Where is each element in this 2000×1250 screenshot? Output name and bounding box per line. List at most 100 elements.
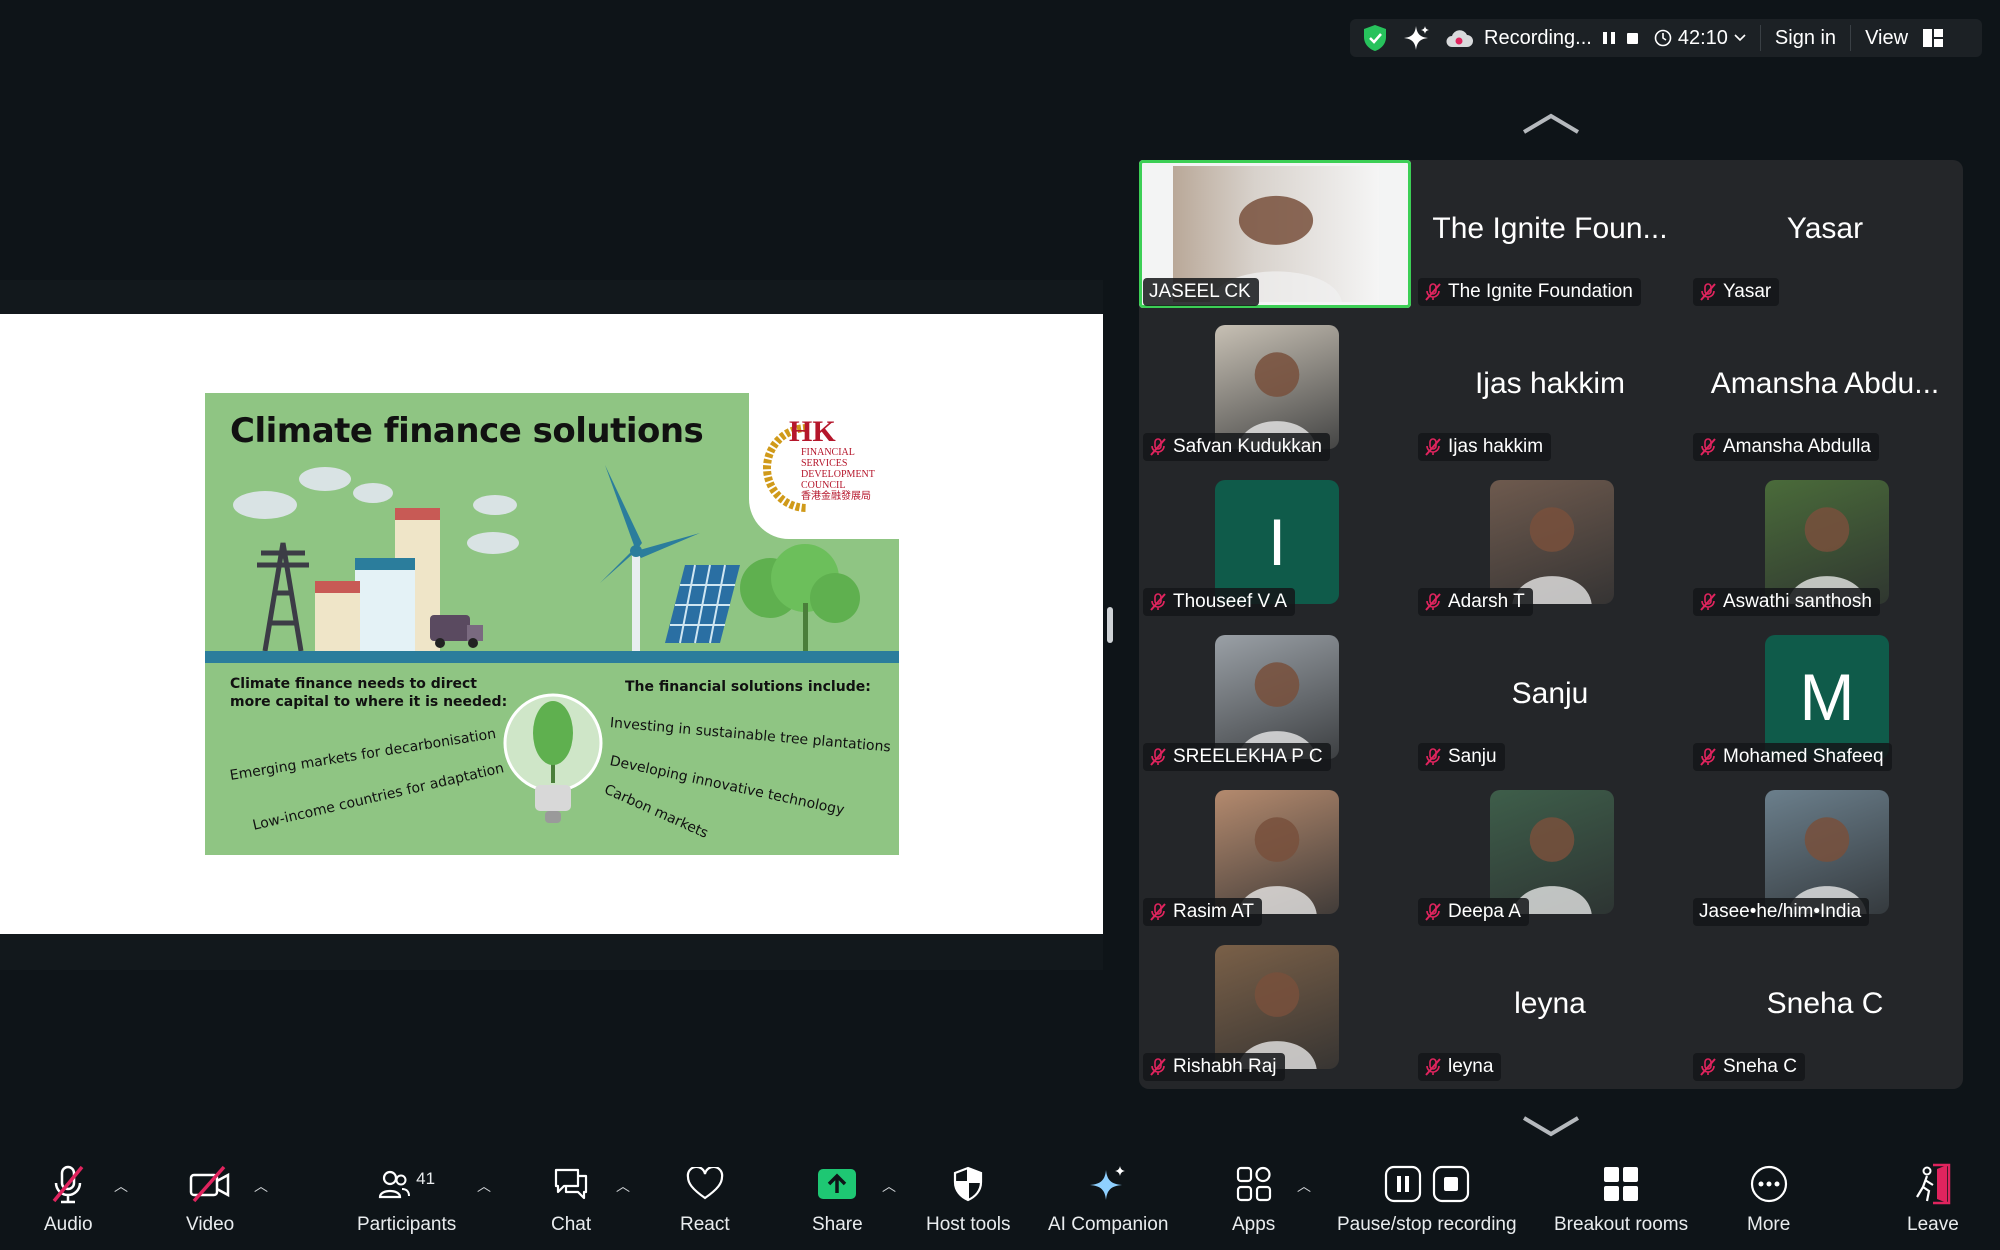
gallery-up-arrow-icon[interactable] xyxy=(1522,112,1580,136)
participant-tile[interactable]: Yasar Yasar xyxy=(1689,160,1961,308)
muted-microphone-icon xyxy=(1149,902,1167,922)
participant-tile[interactable]: SREELEKHA P C xyxy=(1139,625,1411,773)
participants-icon xyxy=(379,1170,411,1199)
share-options-caret-icon[interactable]: ︿ xyxy=(882,1176,896,1196)
react-label: React xyxy=(680,1214,730,1235)
participant-initial-avatar: I xyxy=(1215,480,1339,604)
encryption-shield-icon[interactable] xyxy=(1362,24,1388,52)
heart-icon xyxy=(686,1162,724,1206)
participant-avatar xyxy=(1765,790,1889,914)
participants-count: 41 xyxy=(416,1169,436,1188)
more-dots-icon xyxy=(1749,1162,1789,1206)
ai-sparkle-icon[interactable] xyxy=(1402,24,1430,52)
participants-button[interactable]: 41 Participants xyxy=(357,1162,456,1236)
host-shield-icon xyxy=(952,1162,984,1206)
breakout-rooms-label: Breakout rooms xyxy=(1554,1214,1689,1235)
recording-controls-icon xyxy=(1384,1162,1470,1206)
recording-status[interactable]: Recording... xyxy=(1444,27,1640,50)
participant-tile[interactable]: Adarsh T xyxy=(1414,470,1686,618)
participant-display-name: Sanju xyxy=(1511,677,1589,710)
participant-name: Rasim AT xyxy=(1173,901,1254,922)
participant-display-name: Ijas hakkim xyxy=(1474,367,1626,400)
apps-options-caret-icon[interactable]: ︿ xyxy=(1297,1176,1311,1196)
participant-tile[interactable]: Deepa A xyxy=(1414,780,1686,928)
more-button[interactable]: More xyxy=(1747,1162,1790,1236)
participant-avatar xyxy=(1490,480,1614,604)
shared-slide: Climate finance solutions HK FINANCIAL S… xyxy=(0,314,1103,934)
sign-in-button[interactable]: Sign in xyxy=(1775,27,1836,50)
participant-name-label: JASEEL CK xyxy=(1143,278,1259,306)
participant-tile[interactable]: Rasim AT xyxy=(1139,780,1411,928)
participant-tile[interactable]: Safvan Kudukkan xyxy=(1139,315,1411,463)
video-button[interactable]: Video xyxy=(186,1162,234,1236)
participant-tile[interactable]: The Ignite Foun... The Ignite Foundation xyxy=(1414,160,1686,308)
participant-name-label: Yasar xyxy=(1693,278,1780,306)
ai-companion-button[interactable]: AI Companion xyxy=(1048,1162,1168,1236)
view-button[interactable]: View xyxy=(1865,27,1908,50)
participant-tile[interactable]: Aswathi santhosh xyxy=(1689,470,1961,618)
participants-icon-group: 41 xyxy=(378,1162,435,1206)
participant-tile[interactable]: I Thouseef V A xyxy=(1139,470,1411,618)
participant-display-name: Yasar xyxy=(1786,212,1864,245)
participant-tile[interactable]: JASEEL CK xyxy=(1139,160,1411,308)
stop-recording-icon[interactable] xyxy=(1626,30,1640,46)
participant-tile[interactable]: Amansha Abdu... Amansha Abdulla xyxy=(1689,315,1961,463)
pause-stop-recording-button[interactable]: Pause/stop recording xyxy=(1337,1162,1517,1236)
video-options-caret-icon[interactable]: ︿ xyxy=(254,1176,268,1196)
participants-options-caret-icon[interactable]: ︿ xyxy=(477,1176,491,1196)
breakout-rooms-button[interactable]: Breakout rooms xyxy=(1554,1162,1688,1236)
pause-icon xyxy=(1384,1165,1421,1203)
audio-button[interactable]: Audio xyxy=(44,1162,93,1236)
participant-name: Thouseef V A xyxy=(1173,591,1288,612)
react-button[interactable]: React xyxy=(680,1162,730,1236)
slide-right-heading: The financial solutions include: xyxy=(625,679,871,695)
chat-options-caret-icon[interactable]: ︿ xyxy=(616,1176,630,1196)
participant-name-label: Jasee•he/him•India xyxy=(1693,898,1870,926)
ai-companion-sparkle-icon xyxy=(1088,1162,1128,1206)
participant-name-label: Sneha C xyxy=(1693,1053,1805,1081)
muted-microphone-icon xyxy=(1149,437,1167,457)
share-button[interactable]: Share xyxy=(812,1162,863,1236)
chat-button[interactable]: Chat xyxy=(551,1162,591,1236)
audio-options-caret-icon[interactable]: ︿ xyxy=(114,1176,128,1196)
participant-tile[interactable]: Ijas hakkim Ijas hakkim xyxy=(1414,315,1686,463)
participant-name: Amansha Abdulla xyxy=(1723,436,1871,457)
logo-subtext: FINANCIAL SERVICES DEVELOPMENT COUNCIL 香… xyxy=(801,447,875,502)
participant-avatar xyxy=(1215,790,1339,914)
audio-label: Audio xyxy=(44,1214,93,1235)
meeting-timer[interactable]: 42:10 xyxy=(1654,27,1746,50)
apps-button[interactable]: Apps xyxy=(1232,1162,1275,1236)
participant-tile[interactable]: M Mohamed Shafeeq xyxy=(1689,625,1961,773)
chat-label: Chat xyxy=(551,1214,592,1235)
participant-tile[interactable]: Rishabh Raj xyxy=(1139,935,1411,1083)
participant-name-label: Ijas hakkim xyxy=(1418,433,1552,461)
leave-button[interactable]: Leave xyxy=(1907,1162,1959,1236)
muted-microphone-icon xyxy=(1424,592,1442,612)
split-resize-handle[interactable] xyxy=(1107,607,1113,643)
participant-name: Safvan Kudukkan xyxy=(1173,436,1322,457)
participant-name: SREELEKHA P C xyxy=(1173,746,1323,767)
participant-name: Adarsh T xyxy=(1448,591,1525,612)
host-tools-button[interactable]: Host tools xyxy=(926,1162,1010,1236)
participant-tile[interactable]: Sanju Sanju xyxy=(1414,625,1686,773)
participant-tile[interactable]: leyna leyna xyxy=(1414,935,1686,1083)
view-layout-icon[interactable] xyxy=(1922,28,1944,48)
cloud-recording-icon xyxy=(1444,27,1474,49)
muted-microphone-icon xyxy=(1699,747,1717,767)
video-label: Video xyxy=(186,1214,235,1235)
muted-microphone-icon xyxy=(1149,592,1167,612)
participant-tile[interactable]: Jasee•he/him•India xyxy=(1689,780,1961,928)
participant-name-label: Amansha Abdulla xyxy=(1693,433,1879,461)
divider xyxy=(1850,25,1852,51)
pause-stop-recording-label: Pause/stop recording xyxy=(1337,1214,1517,1235)
gallery-down-arrow-icon[interactable] xyxy=(1522,1114,1580,1138)
video-off-icon xyxy=(188,1162,232,1206)
muted-microphone-icon xyxy=(1149,1057,1167,1077)
pause-recording-icon[interactable] xyxy=(1602,30,1616,46)
chevron-down-icon xyxy=(1734,34,1746,42)
participant-name: Rishabh Raj xyxy=(1173,1056,1277,1077)
participant-tile[interactable]: Sneha C Sneha C xyxy=(1689,935,1961,1083)
leave-label: Leave xyxy=(1907,1214,1959,1235)
share-label: Share xyxy=(812,1214,863,1235)
ground-line xyxy=(205,651,899,663)
